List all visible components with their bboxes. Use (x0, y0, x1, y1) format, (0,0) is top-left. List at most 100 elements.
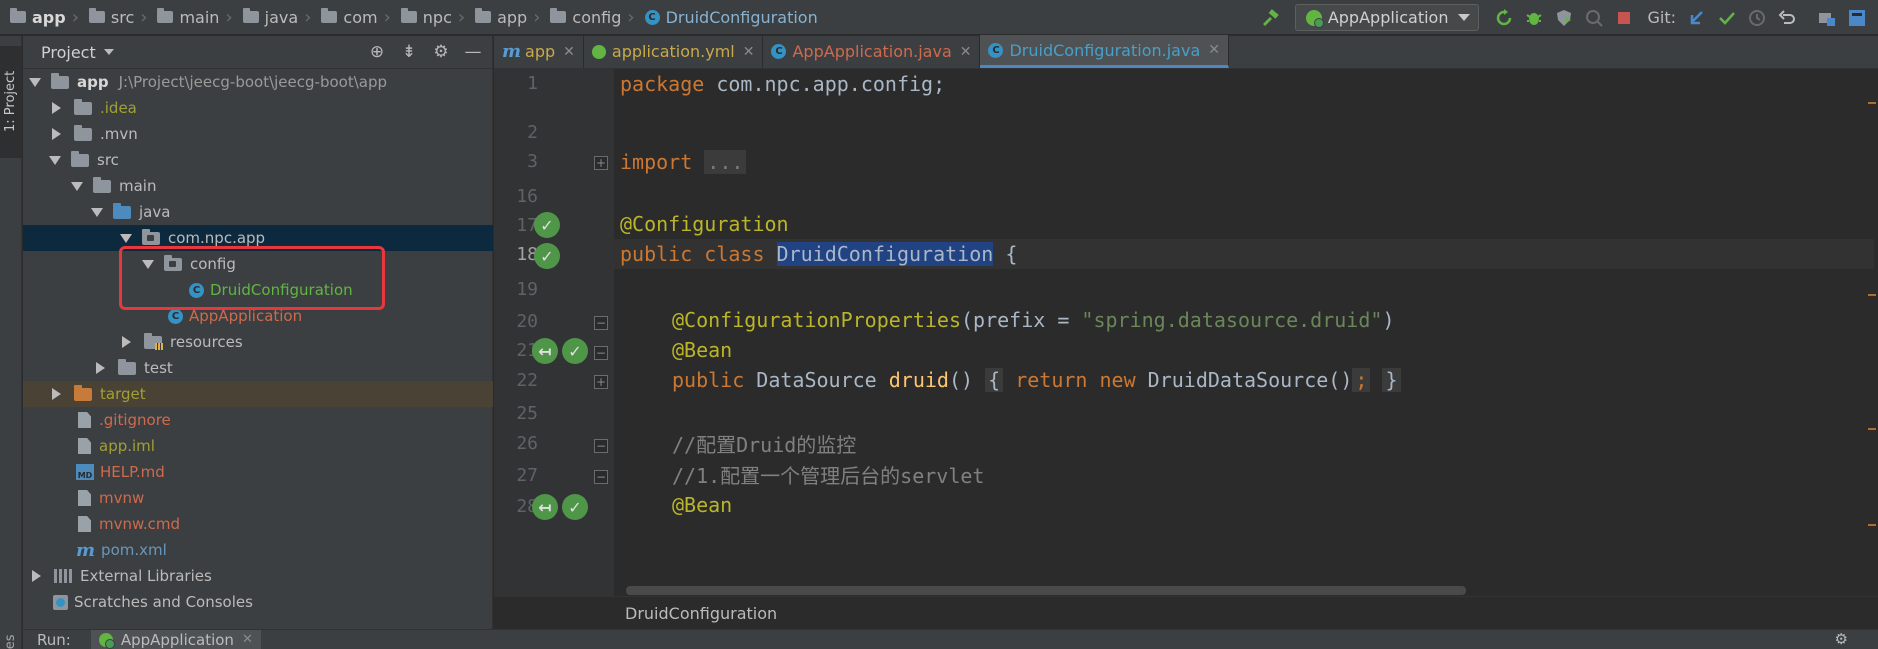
locate-crosshair-icon[interactable]: ⊕ (366, 41, 388, 63)
horizontal-scrollbar[interactable] (626, 586, 1466, 595)
tab-druidconfiguration-java[interactable]: C DruidConfiguration.java ✕ (980, 35, 1229, 68)
git-rollback-icon[interactable] (1776, 7, 1798, 29)
collapsed-arrow-icon[interactable] (52, 388, 61, 400)
spring-boot-class-icon: C (168, 308, 183, 324)
tree-item[interactable]: src (23, 147, 493, 173)
profiler-icon[interactable] (1583, 7, 1605, 29)
breadcrumb-item[interactable]: java › (233, 0, 311, 35)
spring-config-gutter-icon[interactable]: ✓ (534, 243, 560, 269)
tree-item[interactable]: test (23, 355, 493, 381)
collapsed-arrow-icon[interactable] (122, 336, 131, 348)
tree-item[interactable]: .gitignore (23, 407, 493, 433)
navigate-back-gutter-icon[interactable]: ↤ (532, 338, 558, 364)
close-icon[interactable]: ✕ (242, 632, 253, 647)
breadcrumb-item[interactable]: config › (540, 0, 635, 35)
navigation-bar: app › src › main › java › com › npc › app › con… (0, 0, 1878, 35)
minimize-icon[interactable]: — (462, 41, 484, 63)
tree-item[interactable]: resources (23, 329, 493, 355)
collapsed-arrow-icon[interactable] (52, 128, 61, 140)
code-line: package com.npc.app.config; (620, 72, 946, 96)
source-folder-icon (113, 202, 131, 219)
spring-bean-gutter-icon[interactable]: ✓ (534, 212, 560, 238)
chevron-down-icon[interactable] (103, 49, 114, 55)
tree-item[interactable]: app.iml (23, 433, 493, 459)
breadcrumb-item[interactable]: com › (311, 0, 391, 35)
close-icon[interactable]: ✕ (960, 44, 972, 60)
tree-item-excluded[interactable]: target (23, 381, 493, 407)
code-area[interactable]: package com.npc.app.config; import ... @… (614, 69, 1874, 629)
breadcrumb-item[interactable]: app › (0, 0, 79, 35)
git-update-icon[interactable] (1686, 7, 1708, 29)
project-structure-icon[interactable] (1816, 7, 1838, 29)
run-configuration-select[interactable]: AppApplication (1294, 4, 1480, 31)
tree-item[interactable]: mvnw.cmd (23, 511, 493, 537)
tree-item[interactable]: .mvn (23, 121, 493, 147)
tree-item[interactable]: Scratches and Consoles (23, 589, 493, 615)
expand-arrow-icon[interactable] (120, 233, 132, 243)
close-icon[interactable]: ✕ (563, 44, 575, 60)
collapse-all-icon[interactable]: ⇟ (398, 41, 420, 63)
folded-imports[interactable]: ... (704, 150, 747, 174)
search-everywhere-icon[interactable] (1846, 7, 1868, 29)
expand-arrow-icon[interactable] (49, 155, 61, 165)
project-panel-header: Project ⊕ ⇟ ⚙ — (23, 36, 492, 69)
expand-arrow-icon[interactable] (71, 181, 83, 191)
run-tab[interactable]: AppApplication ✕ (90, 629, 261, 649)
collapsed-arrow-icon[interactable] (32, 570, 41, 582)
tree-item[interactable]: main (23, 173, 493, 199)
tree-item[interactable]: .idea (23, 95, 493, 121)
git-history-icon[interactable] (1746, 7, 1768, 29)
rerun-icon[interactable] (1493, 7, 1515, 29)
tree-item[interactable]: MD HELP.md (23, 459, 493, 485)
tab-app[interactable]: m app ✕ (494, 35, 584, 68)
coverage-shield-icon[interactable] (1553, 7, 1575, 29)
warning-mark[interactable] (1868, 524, 1876, 526)
breadcrumb-class[interactable]: C DruidConfiguration (635, 0, 818, 35)
editor-breadcrumb[interactable]: DruidConfiguration (494, 596, 1878, 629)
selected-identifier: DruidConfiguration (776, 242, 994, 266)
tree-item[interactable]: mvnw (23, 485, 493, 511)
favorites-tool-button[interactable]: vorites (3, 635, 18, 649)
line-number: 20 (516, 311, 538, 332)
close-icon[interactable]: ✕ (1208, 42, 1220, 58)
fold-expand-icon[interactable]: + (594, 156, 608, 170)
project-view-title[interactable]: Project (41, 43, 96, 62)
breadcrumb-item[interactable]: main › (147, 0, 233, 35)
spring-bean-gutter-icon[interactable]: ✓ (562, 494, 588, 520)
navigate-back-gutter-icon[interactable]: ↤ (532, 494, 558, 520)
tree-item-root[interactable]: app J:\Project\jeecg-boot\jeecg-boot\app (23, 69, 493, 95)
warning-mark[interactable] (1868, 102, 1876, 104)
breadcrumb-item[interactable]: npc › (391, 0, 465, 35)
tree-item[interactable]: m pom.xml (23, 537, 493, 563)
expand-arrow-icon[interactable] (91, 207, 103, 217)
fold-expand-icon[interactable]: + (594, 375, 608, 389)
tree-item[interactable]: External Libraries (23, 563, 493, 589)
git-commit-icon[interactable] (1716, 7, 1738, 29)
warning-mark[interactable] (1868, 294, 1876, 296)
breadcrumb-item[interactable]: app › (465, 0, 540, 35)
breadcrumb-item[interactable]: src › (79, 0, 147, 35)
close-icon[interactable]: ✕ (743, 44, 755, 60)
folder-icon (74, 98, 92, 115)
gear-icon[interactable]: ⚙ (430, 41, 452, 63)
gear-icon[interactable]: ⚙ (1835, 630, 1848, 648)
fold-collapse-icon[interactable]: − (594, 439, 608, 453)
code-line: import ... (614, 147, 747, 177)
fold-collapse-icon[interactable]: − (594, 346, 608, 360)
tab-application-yml[interactable]: application.yml ✕ (584, 35, 764, 68)
tree-item[interactable]: java (23, 199, 493, 225)
file-icon (78, 412, 91, 428)
code-editor: m app ✕ application.yml ✕ C AppApplicati… (494, 35, 1878, 629)
warning-mark[interactable] (1868, 428, 1876, 430)
fold-collapse-icon[interactable]: − (594, 316, 608, 330)
tab-appapplication-java[interactable]: C AppApplication.java ✕ (763, 35, 981, 68)
spring-bean-gutter-icon[interactable]: ✓ (562, 338, 588, 364)
module-file-icon (78, 438, 91, 454)
stop-icon[interactable] (1613, 7, 1635, 29)
collapsed-arrow-icon[interactable] (96, 362, 105, 374)
expand-arrow-icon[interactable] (29, 77, 41, 87)
collapsed-arrow-icon[interactable] (52, 102, 61, 114)
build-hammer-icon[interactable] (1259, 7, 1281, 29)
fold-collapse-icon[interactable]: − (594, 470, 608, 484)
debug-bug-icon[interactable] (1523, 7, 1545, 29)
